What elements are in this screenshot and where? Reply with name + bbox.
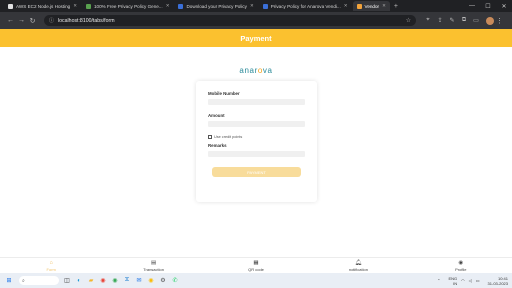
bell-icon: 🔔︎ — [354, 259, 362, 266]
browser-toolbar: ← → ↻ ⓘ localhost:8100/tabs/form ☆ ⌖ ⇪ ✎… — [0, 12, 512, 29]
chrome-icon[interactable]: ◉ — [146, 276, 156, 286]
puzzle-icon[interactable]: ⧉ — [458, 17, 470, 24]
home-icon: ⌂ — [49, 259, 53, 266]
tab-favicon-icon — [8, 3, 13, 9]
minimize-icon[interactable]: — — [464, 3, 480, 10]
browser-tab[interactable]: 100% Free Privacy Policy Gene... ✕ — [82, 1, 173, 11]
maximize-icon[interactable]: ☐ — [480, 3, 496, 10]
credit-points-label: Use credit points — [214, 135, 243, 139]
taskbar-search[interactable]: ⌕ — [19, 276, 59, 285]
wallet-icon: ▤ — [151, 259, 157, 266]
extension-icon[interactable]: ✎ — [446, 17, 458, 24]
close-window-icon[interactable]: ✕ — [496, 3, 512, 10]
windows-start-icon[interactable]: ⊞ — [4, 276, 14, 286]
window-controls: — ☐ ✕ — [464, 3, 512, 10]
credit-points-checkbox-row[interactable]: Use credit points — [208, 135, 305, 139]
payment-button[interactable]: PAYMENT — [212, 167, 301, 177]
close-tab-icon[interactable]: ✕ — [379, 3, 386, 9]
browser-tab-active[interactable]: Vendor ✕ — [352, 1, 390, 11]
url-text: localhost:8100/tabs/form — [58, 17, 115, 24]
mail-icon[interactable]: ✉ — [134, 276, 144, 286]
back-icon[interactable]: ← — [5, 17, 16, 24]
browser-tab-strip: AWS EC2 Node.js Hosting ✕ 100% Free Priva… — [0, 0, 512, 12]
edge-icon[interactable]: ◐ — [74, 276, 84, 286]
nav-item-transaction[interactable]: ▤ Transaction — [102, 258, 204, 273]
credit-points-checkbox[interactable] — [208, 135, 212, 139]
mobile-number-input[interactable] — [208, 99, 305, 105]
os-taskbar: ⊞ ⌕ ◫ ◐ ▰ ◉ ◉ ⧖ ✉ ◉ ⚙ ✆ ⌃ ENG IN ◠ ◁ ▭ 10… — [0, 273, 512, 288]
close-tab-icon[interactable]: ✕ — [163, 3, 170, 9]
nav-item-profile[interactable]: ◉ Profile — [410, 258, 512, 273]
browser-tab[interactable]: AWS EC2 Node.js Hosting ✕ — [4, 1, 81, 11]
share-icon[interactable]: ⇪ — [434, 17, 446, 24]
battery-icon[interactable]: ▭ — [476, 278, 480, 283]
settings-icon[interactable]: ⚙ — [158, 276, 168, 286]
forward-icon[interactable]: → — [16, 17, 27, 24]
sidepanel-icon[interactable]: ▭ — [470, 17, 482, 24]
qr-code-icon: ▦ — [253, 259, 259, 266]
wifi-icon[interactable]: ◠ — [461, 278, 465, 283]
whatsapp-icon[interactable]: ✆ — [170, 276, 180, 286]
close-tab-icon[interactable]: ✕ — [247, 3, 254, 9]
remarks-input[interactable] — [208, 151, 305, 157]
app-header: Payment — [0, 29, 512, 47]
search-icon: ⌕ — [22, 277, 25, 284]
profile-icon: ◉ — [458, 259, 464, 266]
remarks-label: Remarks — [208, 143, 227, 148]
tab-favicon-icon — [178, 3, 184, 9]
address-bar[interactable]: ⓘ localhost:8100/tabs/form ☆ — [44, 15, 416, 26]
system-tray: ⌃ ENG IN ◠ ◁ ▭ 10:41 31-03-2023 — [433, 276, 508, 286]
tab-favicon-icon — [86, 3, 91, 9]
close-tab-icon[interactable]: ✕ — [341, 3, 348, 9]
reload-icon[interactable]: ↻ — [27, 17, 38, 25]
brand-logo: anarova — [239, 66, 273, 75]
amount-input[interactable] — [208, 121, 305, 127]
clock[interactable]: 10:41 31-03-2023 — [484, 276, 508, 286]
chrome-icon[interactable]: ◉ — [110, 276, 120, 286]
nav-item-qr-code[interactable]: ▦ QR code — [205, 258, 307, 273]
input-language[interactable]: ENG IN — [445, 276, 458, 286]
chrome-icon[interactable]: ◉ — [98, 276, 108, 286]
profile-avatar[interactable] — [486, 16, 494, 25]
bookmark-star-icon[interactable]: ☆ — [406, 17, 411, 24]
tab-favicon-icon — [356, 3, 362, 9]
taskview-icon[interactable]: ◫ — [62, 276, 72, 286]
payment-form-card: Mobile Number Amount Use credit points R… — [196, 81, 317, 202]
file-explorer-icon[interactable]: ▰ — [86, 276, 96, 286]
browser-tab[interactable]: Privacy Policy for Anarova Vendi... ✕ — [259, 1, 352, 11]
tab-favicon-icon — [262, 3, 268, 9]
mobile-number-label: Mobile Number — [208, 91, 240, 96]
bottom-nav: ⌂ Form ▤ Transaction ▦ QR code 🔔︎ notifi… — [0, 257, 512, 273]
page-content: anarova Mobile Number Amount Use credit … — [0, 47, 512, 259]
vscode-icon[interactable]: ⧖ — [122, 276, 132, 286]
site-info-icon[interactable]: ⓘ — [49, 17, 54, 24]
volume-icon[interactable]: ◁ — [469, 278, 472, 283]
nav-item-form[interactable]: ⌂ Form — [0, 258, 102, 273]
browser-tab[interactable]: Download your Privacy Policy ✕ — [174, 1, 257, 11]
page-title: Payment — [240, 33, 272, 43]
nav-item-notification[interactable]: 🔔︎ notification — [307, 258, 409, 273]
tray-chevron-icon[interactable]: ⌃ — [437, 278, 440, 283]
location-icon[interactable]: ⌖ — [422, 17, 434, 24]
amount-label: Amount — [208, 113, 225, 118]
extension-icons: ⌖ ⇪ ✎ ⧉ ▭ — [422, 17, 482, 24]
close-tab-icon[interactable]: ✕ — [70, 3, 77, 9]
menu-icon[interactable]: ⋮ — [494, 17, 505, 25]
new-tab-icon[interactable]: + — [394, 3, 398, 10]
